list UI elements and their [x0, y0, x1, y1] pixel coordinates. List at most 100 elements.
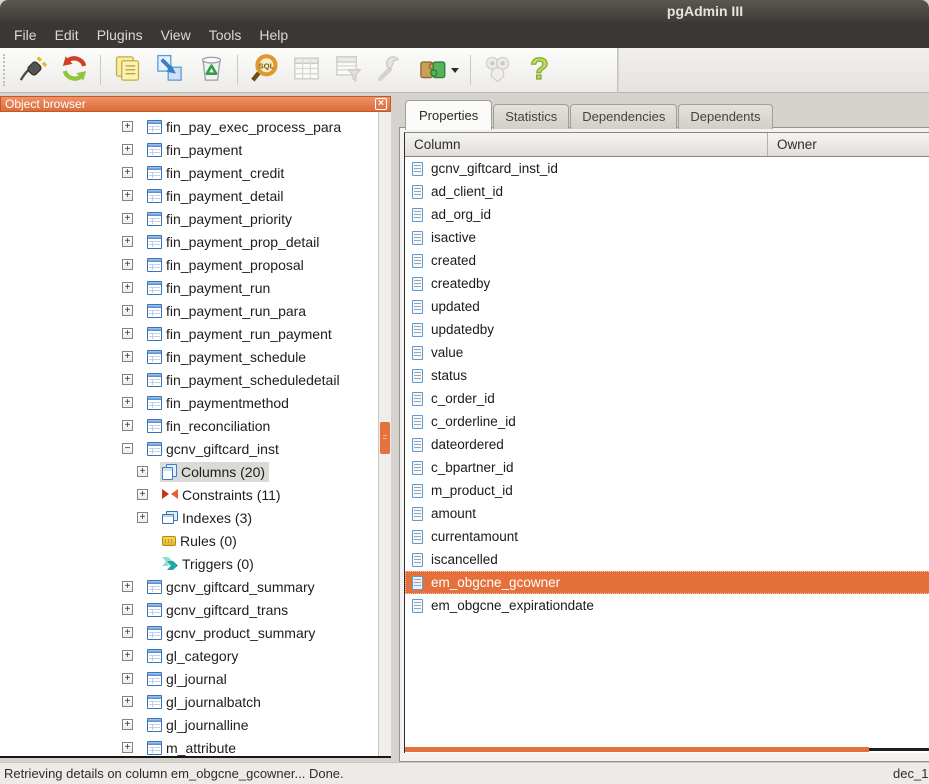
expand-icon[interactable]: +: [122, 259, 133, 270]
column-row-em_obgcne_gcowner[interactable]: em_obgcne_gcowner: [405, 571, 929, 594]
expand-icon[interactable]: +: [122, 305, 133, 316]
tree-item-gl-journal[interactable]: + gl_journal: [0, 667, 391, 690]
column-row-m_product_id[interactable]: m_product_id: [405, 479, 929, 502]
expand-icon[interactable]: +: [122, 282, 133, 293]
tree-item-fin-payment-proposal[interactable]: + fin_payment_proposal: [0, 253, 391, 276]
column-row-iscancelled[interactable]: iscancelled: [405, 548, 929, 571]
tree-item-gcnv-product-summary[interactable]: +gcnv_product_summary: [0, 621, 391, 644]
tree-item-content[interactable]: gl_journalbatch: [145, 692, 265, 712]
tree-item-content[interactable]: Triggers (0): [160, 554, 258, 574]
tree-item-content[interactable]: fin_payment_schedule: [145, 347, 310, 367]
titlebar[interactable]: pgAdmin III: [0, 0, 929, 22]
tree-item-content[interactable]: fin_payment_credit: [145, 163, 288, 183]
tree-item-fin-payment-run-payment[interactable]: +fin_payment_run_payment: [0, 322, 391, 345]
expand-icon[interactable]: +: [122, 190, 133, 201]
column-row-gcnv_giftcard_inst_id[interactable]: gcnv_giftcard_inst_id: [405, 157, 929, 180]
expand-icon[interactable]: +: [122, 673, 133, 684]
menu-tools[interactable]: Tools: [200, 23, 251, 47]
tree-item-content[interactable]: fin_reconciliation: [145, 416, 274, 436]
column-row-ad_client_id[interactable]: ad_client_id: [405, 180, 929, 203]
tree-item-fin-payment[interactable]: + fin_payment: [0, 138, 391, 161]
tree-item-fin-payment-priority[interactable]: + fin_payment_priority: [0, 207, 391, 230]
tree-item-content[interactable]: fin_paymentmethod: [145, 393, 293, 413]
tree-item-gl-journalline[interactable]: +gl_journalline: [0, 713, 391, 736]
expand-icon[interactable]: +: [122, 581, 133, 592]
menu-help[interactable]: Help: [250, 23, 297, 47]
expand-icon[interactable]: +: [122, 121, 133, 132]
expand-icon[interactable]: +: [122, 144, 133, 155]
tree-item-content[interactable]: Indexes (3): [160, 508, 256, 528]
tree-item-content[interactable]: Columns (20): [160, 462, 269, 482]
menu-plugins[interactable]: Plugins: [88, 23, 152, 47]
tree-item-content[interactable]: gcnv_giftcard_summary: [145, 577, 319, 597]
toolbar-grip-handle[interactable]: [3, 54, 5, 86]
menu-edit[interactable]: Edit: [46, 23, 88, 47]
tree-item-fin-payment-run-para[interactable]: + fin_payment_run_para: [0, 299, 391, 322]
list-header-column[interactable]: Column: [405, 133, 768, 156]
tree-scrollbar-thumb[interactable]: [380, 422, 390, 454]
column-row-createdby[interactable]: createdby: [405, 272, 929, 295]
tree-item-content[interactable]: gcnv_product_summary: [145, 623, 319, 643]
expand-icon[interactable]: +: [122, 236, 133, 247]
tree-item-triggers-0[interactable]: Triggers (0): [0, 552, 391, 575]
hscroll-thumb[interactable]: [405, 747, 869, 752]
tree-item-fin-paymentmethod[interactable]: +fin_paymentmethod: [0, 391, 391, 414]
tree-item-content[interactable]: fin_payment_scheduledetail: [145, 370, 344, 390]
tree-item-content[interactable]: fin_payment_run: [145, 278, 274, 298]
column-row-em_obgcne_expirationdate[interactable]: em_obgcne_expirationdate: [405, 594, 929, 617]
menu-file[interactable]: File: [5, 23, 46, 47]
execute-sql-button[interactable]: SQL: [243, 50, 285, 90]
tree-item-content[interactable]: fin_payment_proposal: [145, 255, 308, 275]
tree-item-content[interactable]: gl_journalline: [145, 715, 253, 735]
tab-dependencies[interactable]: Dependencies: [570, 104, 677, 129]
tree-item-fin-pay-exec-process-para[interactable]: + fin_pay_exec_process_para: [0, 115, 391, 138]
tree-item-content[interactable]: fin_payment_priority: [145, 209, 296, 229]
tree-item-constraints-11[interactable]: +Constraints (11): [0, 483, 391, 506]
tree-item-content[interactable]: Constraints (11): [160, 485, 285, 505]
tree-item-gl-category[interactable]: +gl_category: [0, 644, 391, 667]
column-row-amount[interactable]: amount: [405, 502, 929, 525]
tree-item-content[interactable]: fin_payment_run_para: [145, 301, 310, 321]
tree-item-content[interactable]: m_attribute: [145, 738, 240, 758]
tree-item-m-attribute[interactable]: +m_attribute: [0, 736, 391, 758]
tree-item-content[interactable]: gl_journal: [145, 669, 231, 689]
tree-item-content[interactable]: fin_payment: [145, 140, 246, 160]
tab-statistics[interactable]: Statistics: [493, 104, 569, 129]
tree-item-fin-payment-schedule[interactable]: +fin_payment_schedule: [0, 345, 391, 368]
column-row-value[interactable]: value: [405, 341, 929, 364]
column-row-dateordered[interactable]: dateordered: [405, 433, 929, 456]
list-horizontal-scrollbar[interactable]: [405, 747, 929, 753]
tree-vertical-scrollbar[interactable]: [378, 112, 391, 756]
tree-item-rules-0[interactable]: Rules (0): [0, 529, 391, 552]
tree-item-content[interactable]: gcnv_giftcard_inst: [145, 439, 283, 459]
delete-button[interactable]: [190, 50, 232, 90]
column-row-c_order_id[interactable]: c_order_id: [405, 387, 929, 410]
tree-item-gl-journalbatch[interactable]: + gl_journalbatch: [0, 690, 391, 713]
tree-item-content[interactable]: Rules (0): [160, 531, 241, 551]
tree-item-content[interactable]: fin_pay_exec_process_para: [145, 117, 345, 137]
expand-icon[interactable]: +: [122, 328, 133, 339]
tab-dependents[interactable]: Dependents: [678, 104, 772, 129]
column-row-created[interactable]: created: [405, 249, 929, 272]
expand-icon[interactable]: +: [137, 512, 148, 523]
dropdown-caret-icon[interactable]: [451, 68, 459, 73]
expand-icon[interactable]: +: [122, 604, 133, 615]
expand-icon[interactable]: +: [137, 466, 148, 477]
filter-data-button[interactable]: [327, 50, 369, 90]
tree-item-fin-payment-scheduledetail[interactable]: +fin_payment_scheduledetail: [0, 368, 391, 391]
expand-icon[interactable]: +: [122, 213, 133, 224]
plugins-button[interactable]: [411, 50, 465, 90]
tree-item-gcnv-giftcard-inst[interactable]: −gcnv_giftcard_inst: [0, 437, 391, 460]
connect-button[interactable]: [11, 50, 53, 90]
expand-icon[interactable]: +: [122, 167, 133, 178]
menu-view[interactable]: View: [152, 23, 200, 47]
column-row-updated[interactable]: updated: [405, 295, 929, 318]
tree-item-content[interactable]: gl_category: [145, 646, 242, 666]
tree-item-fin-payment-run[interactable]: + fin_payment_run: [0, 276, 391, 299]
expand-icon[interactable]: +: [122, 696, 133, 707]
column-row-isactive[interactable]: isactive: [405, 226, 929, 249]
maintenance-button[interactable]: [369, 50, 411, 90]
tree-item-fin-payment-credit[interactable]: + fin_payment_credit: [0, 161, 391, 184]
column-row-updatedby[interactable]: updatedby: [405, 318, 929, 341]
sql-window-button[interactable]: [148, 50, 190, 90]
